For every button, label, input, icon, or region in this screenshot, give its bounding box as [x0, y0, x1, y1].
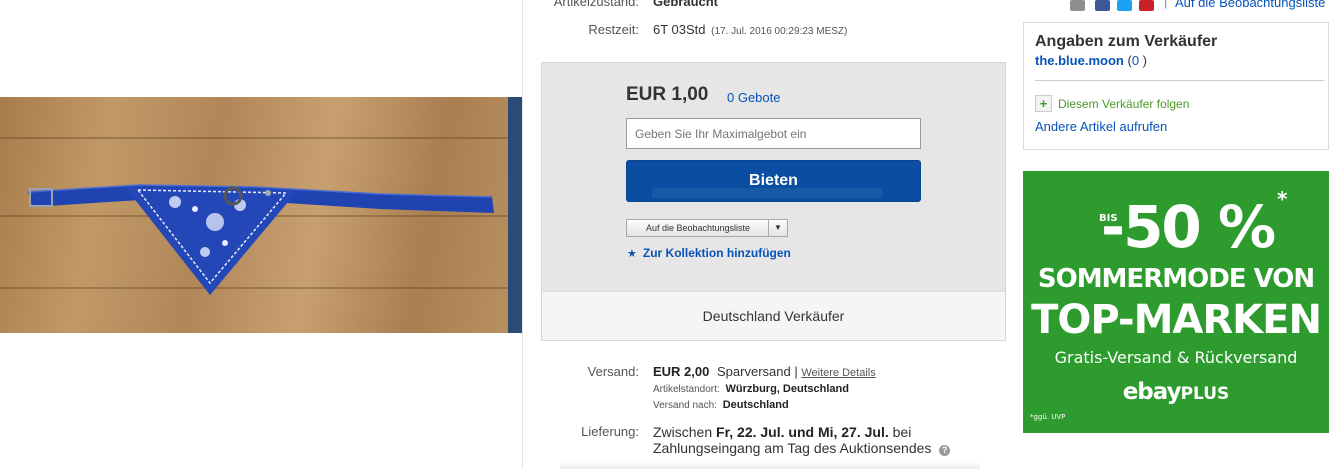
other-items-link[interactable]: Andere Artikel aufrufen [1035, 119, 1167, 134]
collar-illustration [27, 184, 494, 295]
ad-discount: -50 % [1101, 193, 1276, 261]
plus-icon: + [1035, 95, 1052, 112]
shipping-price: EUR 2,00 [653, 364, 710, 379]
seller-divider [1035, 80, 1324, 81]
email-icon[interactable] [1070, 0, 1085, 11]
ebay-plus-logo: ebayPLUS [1122, 379, 1230, 405]
feedback-score-link[interactable]: 0 [1132, 53, 1139, 68]
watchlist-button-label: Auf die Beobachtungsliste [645, 223, 751, 233]
column-divider [522, 0, 523, 469]
delivery-condition: Zahlungseingang am Tag des Auktionsendes… [653, 440, 951, 456]
bid-button-label: Bieten [749, 172, 798, 189]
time-left-duration: 6T 03Std [653, 22, 706, 37]
time-left-label: Restzeit: [588, 22, 639, 37]
time-left-value: 6T 03Std (17. Jul. 2016 00:29:23 MESZ) [653, 22, 847, 37]
truncated-payment-row [560, 462, 980, 469]
ships-to: Versand nach: Deutschland [653, 399, 789, 411]
shipping-method: Sparversand | [717, 364, 798, 379]
shipping-info: EUR 2,00 Sparversand | Weitere Details [653, 364, 876, 379]
shipping-label: Versand: [587, 364, 639, 379]
star-icon: ★ [627, 248, 637, 260]
ad-footnote: *ggü. UVP [1030, 413, 1066, 421]
seller-location-badge: Deutschland Verkäufer [542, 291, 1005, 340]
facebook-icon[interactable] [1095, 0, 1110, 11]
seller-heading: Angaben zum Verkäufer [1035, 33, 1218, 50]
product-image[interactable] [0, 97, 522, 333]
help-icon[interactable]: ? [939, 445, 951, 456]
ad-line-2: TOP-MARKEN [1031, 297, 1322, 343]
follow-seller-link[interactable]: + Diesem Verkäufer folgen [1035, 95, 1189, 112]
bid-count-link[interactable]: 0 Gebote [727, 90, 781, 105]
bid-button[interactable]: Bieten [626, 160, 921, 202]
shipping-details-link[interactable]: Weitere Details [801, 367, 875, 379]
pinterest-icon[interactable] [1139, 0, 1154, 11]
delivery-estimate: Zwischen Fr, 22. Jul. und Mi, 27. Jul. b… [653, 424, 912, 440]
current-price: EUR 1,00 [626, 84, 709, 105]
share-bar: | Auf die Beobachtungsliste [1070, 0, 1329, 12]
delivery-label: Lieferung: [581, 424, 639, 439]
twitter-icon[interactable] [1117, 0, 1132, 11]
ad-line-1: SOMMERMODE VON [1037, 264, 1315, 294]
top-watchlist-link[interactable]: Auf die Beobachtungsliste [1175, 0, 1325, 10]
seller-name-row: the.blue.moon (0 ) [1035, 53, 1147, 68]
max-bid-input[interactable] [626, 118, 921, 149]
item-location: Artikelstandort: Würzburg, Deutschland [653, 383, 849, 395]
condition-label: Artikelzustand: [553, 0, 639, 9]
seller-name-link[interactable]: the.blue.moon [1035, 53, 1124, 68]
ad-line-3: Gratis-Versand & Rückversand [1054, 348, 1298, 367]
add-to-watchlist-button[interactable]: Auf die Beobachtungsliste ▼ [626, 219, 788, 237]
advertisement-banner[interactable]: BIS -50 % * SOMMERMODE VON TOP-MARKEN Gr… [1023, 171, 1329, 433]
ad-asterisk: * [1277, 187, 1288, 211]
add-to-collection-link[interactable]: ★ Zur Kollektion hinzufügen [627, 246, 791, 260]
condition-value: Gebraucht [653, 0, 719, 9]
seller-info-box: Angaben zum Verkäufer the.blue.moon (0 )… [1023, 22, 1329, 150]
time-left-end-date: (17. Jul. 2016 00:29:23 MESZ) [711, 26, 848, 37]
delivery-dates: Fr, 22. Jul. und Mi, 27. Jul. [716, 424, 889, 440]
chevron-down-icon[interactable]: ▼ [768, 220, 787, 236]
